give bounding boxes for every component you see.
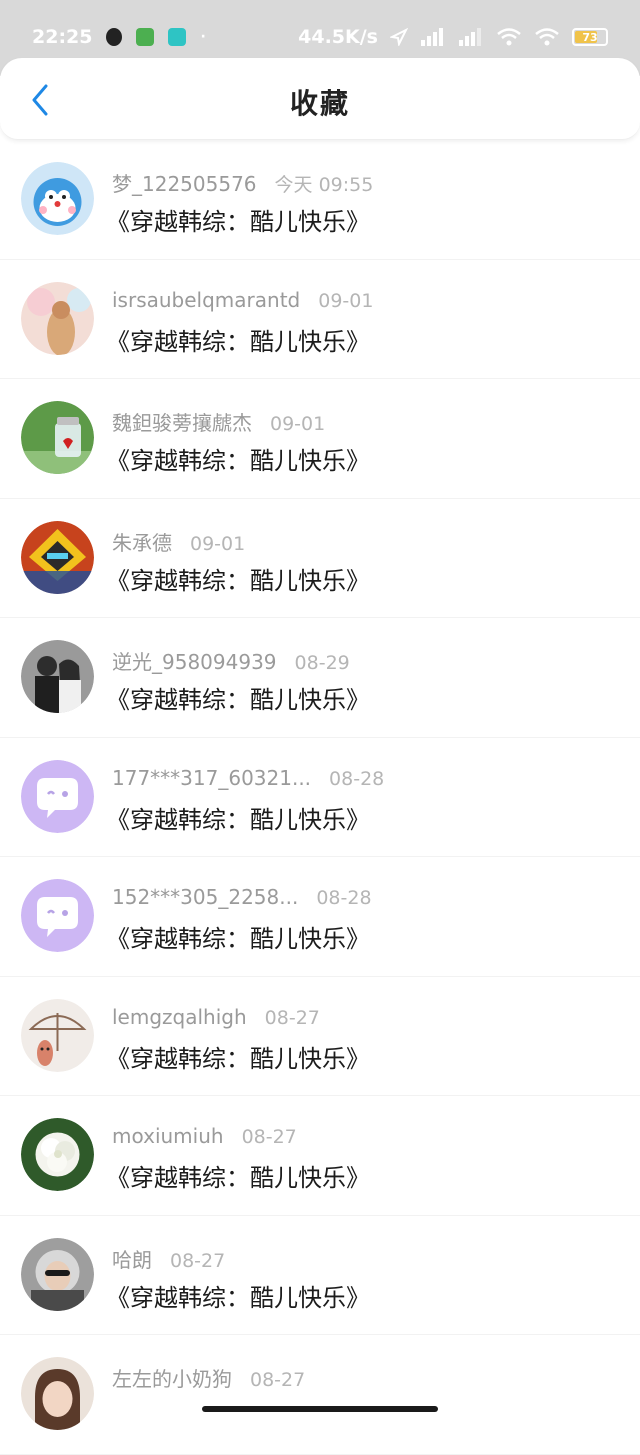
timestamp: 08-28 — [316, 887, 372, 909]
dot-icon: · — [200, 29, 206, 45]
timestamp: 08-27 — [241, 1126, 297, 1148]
timestamp: 09-01 — [270, 413, 326, 435]
timestamp: 09-01 — [190, 532, 246, 555]
avatar[interactable] — [21, 640, 94, 713]
user-name: lemgzqalhigh — [112, 1004, 247, 1029]
user-name: isrsaubelqmarantd — [112, 287, 301, 312]
work-title: 《穿越韩综：酷儿快乐》 — [106, 1283, 370, 1312]
avatar[interactable] — [21, 520, 94, 594]
work-title: 《穿越韩综：酷儿快乐》 — [106, 566, 370, 595]
list-item[interactable]: moxiumiuh 08-27 《穿越韩综：酷儿快乐》 — [0, 1096, 640, 1216]
work-title: 《穿越韩综：酷儿快乐》 — [106, 447, 370, 475]
list-item[interactable]: 177***317_60321... 08-28 《穿越韩综：酷儿快乐》 — [0, 738, 640, 857]
work-title: 《穿越韩综：酷儿快乐》 — [106, 208, 370, 236]
avatar[interactable] — [21, 1357, 94, 1430]
avatar[interactable] — [21, 879, 94, 952]
avatar[interactable] — [21, 1237, 94, 1311]
signal-icon — [421, 28, 443, 46]
nav-header: 收藏 — [0, 58, 640, 140]
network-speed: 44.5K/s — [298, 26, 378, 48]
timestamp: 08-28 — [329, 767, 385, 790]
list-item[interactable]: 152***305_2258... 08-28 《穿越韩综：酷儿快乐》 — [0, 857, 640, 977]
signal-icon-2 — [459, 28, 481, 46]
wifi-icon — [497, 28, 521, 46]
work-title: 《穿越韩综：酷儿快乐》 — [106, 805, 370, 834]
status-time: 22:25 — [32, 26, 93, 48]
list-item[interactable]: 逆光_958094939 08-29 《穿越韩综：酷儿快乐》 — [0, 618, 640, 738]
list-item[interactable]: lemgzqalhigh 08-27 《穿越韩综：酷儿快乐》 — [0, 977, 640, 1096]
timestamp: 09-01 — [318, 289, 374, 312]
user-name: 左左的小奶狗 — [112, 1367, 232, 1391]
avatar[interactable] — [21, 998, 94, 1072]
list-item[interactable]: isrsaubelqmarantd 09-01 《穿越韩综：酷儿快乐》 — [0, 260, 640, 379]
qq-icon — [106, 28, 123, 46]
list-item[interactable]: 梦_122505576 今天 09:55 《穿越韩综：酷儿快乐》 — [0, 140, 640, 260]
location-arrow-icon — [390, 28, 408, 46]
battery-level: 73 — [582, 30, 598, 44]
list-item[interactable]: 魏鉭骏蒡攘虤杰 09-01 《穿越韩综：酷儿快乐》 — [0, 379, 640, 499]
list-item[interactable]: 朱承德 09-01 《穿越韩综：酷儿快乐》 — [0, 499, 640, 618]
avatar[interactable] — [21, 281, 94, 355]
avatar[interactable] — [21, 1118, 94, 1191]
user-name: 177***317_60321... — [112, 765, 312, 790]
list-item[interactable]: 哈朗 08-27 《穿越韩综：酷儿快乐》 — [0, 1216, 640, 1335]
work-title: 《穿越韩综：酷儿快乐》 — [106, 1044, 370, 1073]
user-name: 朱承德 — [112, 530, 172, 555]
user-name: 哈朗 — [112, 1247, 152, 1272]
timestamp: 08-27 — [250, 1369, 306, 1391]
user-name: 魏鉭骏蒡攘虤杰 — [112, 411, 252, 435]
timestamp: 今天 09:55 — [274, 174, 374, 196]
location-icon — [168, 28, 187, 46]
list-item[interactable]: 左左的小奶狗 08-27 — [0, 1335, 640, 1455]
wifi-icon-2 — [535, 28, 559, 46]
home-indicator[interactable] — [202, 1406, 438, 1412]
favorites-list: 梦_122505576 今天 09:55 《穿越韩综：酷儿快乐》 isrsaub… — [0, 140, 640, 1455]
work-title: 《穿越韩综：酷儿快乐》 — [106, 327, 370, 356]
work-title: 《穿越韩综：酷儿快乐》 — [106, 1164, 370, 1192]
work-title: 《穿越韩综：酷儿快乐》 — [106, 686, 370, 714]
battery-icon: 73 — [572, 28, 608, 46]
page-title: 收藏 — [289, 87, 350, 120]
timestamp: 08-27 — [264, 1006, 320, 1029]
timestamp: 08-27 — [170, 1249, 226, 1272]
avatar[interactable] — [21, 162, 94, 235]
avatar[interactable] — [21, 401, 94, 474]
user-name: 逆光_958094939 — [112, 650, 277, 674]
work-title: 《穿越韩综：酷儿快乐》 — [106, 925, 370, 953]
user-name: 152***305_2258... — [112, 885, 299, 909]
user-name: moxiumiuh — [112, 1124, 224, 1148]
user-name: 梦_122505576 — [112, 172, 257, 196]
timestamp: 08-29 — [294, 652, 350, 674]
app-icon — [136, 28, 155, 46]
avatar[interactable] — [21, 759, 94, 833]
